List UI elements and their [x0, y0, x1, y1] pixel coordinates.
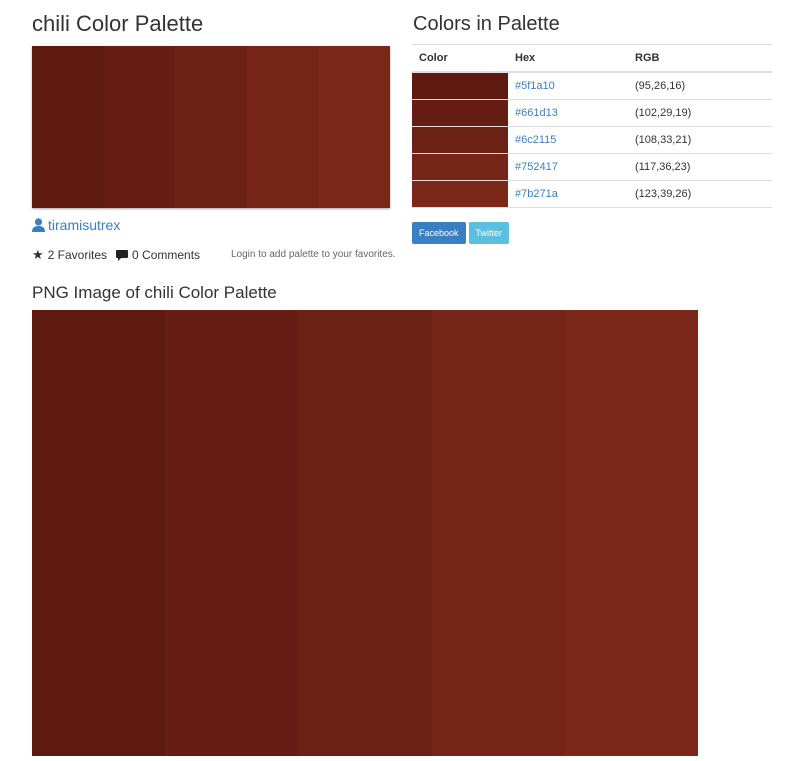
header-color: Color: [412, 44, 508, 73]
color-swatch: [412, 72, 508, 100]
author-name: tiramisutrex: [48, 217, 121, 233]
login-note: Login to add palette to your favorites.: [231, 249, 396, 260]
rgb-value: (108,33,21): [635, 126, 772, 154]
page-title: chili Color Palette: [32, 11, 204, 36]
star-icon: ★: [32, 247, 44, 262]
rgb-value: (102,29,19): [635, 99, 772, 127]
header-hex: Hex: [508, 44, 635, 73]
palette-swatch: [318, 46, 390, 208]
table-row: #752417 (117,36,23): [412, 153, 772, 181]
facebook-share-button[interactable]: Facebook: [412, 222, 466, 244]
hex-link[interactable]: #6c2115: [508, 126, 635, 154]
table-header-row: Color Hex RGB: [412, 44, 772, 73]
colors-table: Color Hex RGB #5f1a10 (95,26,16) #661d13…: [412, 44, 772, 208]
palette-swatch: [175, 46, 247, 208]
rgb-value: (123,39,26): [635, 180, 772, 208]
png-section-title: PNG Image of chili Color Palette: [32, 283, 277, 302]
table-row: #7b271a (123,39,26): [412, 180, 772, 208]
favorites-count: 2 Favorites: [47, 248, 108, 262]
hex-link[interactable]: #5f1a10: [508, 72, 635, 100]
table-row: #6c2115 (108,33,21): [412, 126, 772, 154]
png-swatch: [32, 310, 166, 756]
user-icon: [32, 218, 45, 232]
rgb-value: (117,36,23): [635, 153, 772, 181]
author-link[interactable]: tiramisutrex: [32, 217, 120, 233]
table-row: #661d13 (102,29,19): [412, 99, 772, 127]
palette-swatch: [103, 46, 176, 208]
comment-icon: [116, 249, 129, 261]
palette-stats: ★ 2 Favorites 0 Comments: [32, 247, 200, 263]
header-rgb: RGB: [635, 44, 772, 73]
twitter-share-button[interactable]: Twitter: [468, 222, 510, 244]
hex-link[interactable]: #7b271a: [508, 180, 635, 208]
palette-preview: [32, 46, 390, 208]
color-swatch: [412, 153, 508, 181]
palette-swatch: [246, 46, 319, 208]
hex-link[interactable]: #661d13: [508, 99, 635, 127]
png-swatch: [298, 310, 432, 756]
png-swatch: [165, 310, 299, 756]
color-swatch: [412, 126, 508, 154]
png-swatch: [564, 310, 699, 756]
rgb-value: (95,26,16): [635, 72, 772, 100]
share-buttons: Facebook Twitter: [412, 222, 510, 244]
palette-swatch: [32, 46, 104, 208]
color-swatch: [412, 99, 508, 127]
png-swatch: [431, 310, 565, 756]
palette-png-image: [32, 310, 699, 756]
comments-count: 0 Comments: [132, 248, 201, 262]
hex-link[interactable]: #752417: [508, 153, 635, 181]
table-row: #5f1a10 (95,26,16): [412, 72, 772, 100]
color-swatch: [412, 180, 508, 208]
colors-section-title: Colors in Palette: [413, 13, 560, 35]
